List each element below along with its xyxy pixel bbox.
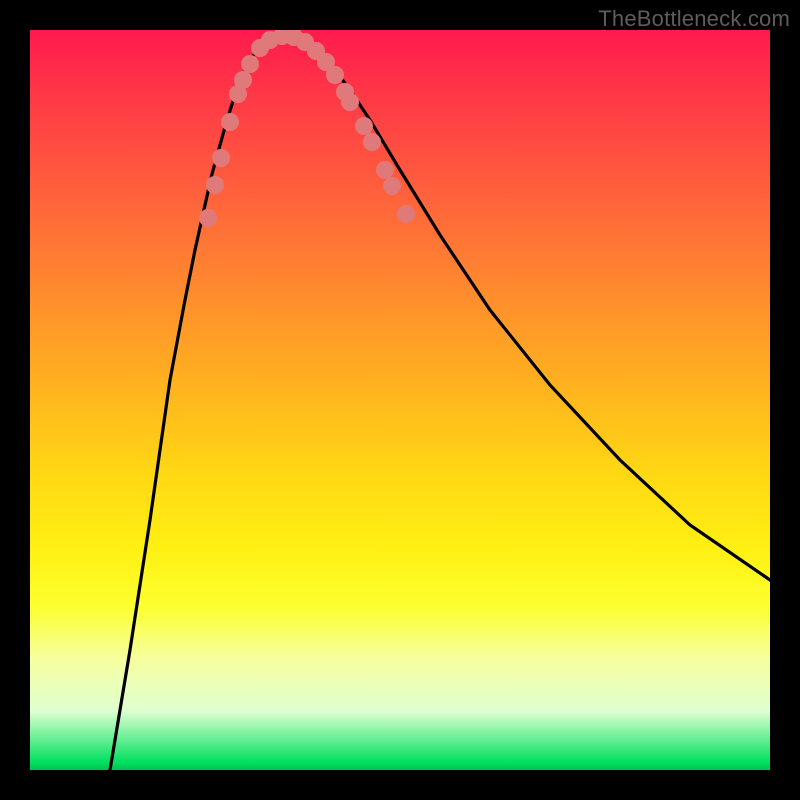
highlight-dot xyxy=(363,133,381,151)
watermark-text: TheBottleneck.com xyxy=(598,6,790,32)
highlight-dot xyxy=(383,177,401,195)
curve-plot xyxy=(30,30,770,770)
highlight-dot xyxy=(397,205,415,223)
highlight-dot xyxy=(234,71,252,89)
highlight-dot xyxy=(376,161,394,179)
highlight-dot xyxy=(241,55,259,73)
highlight-dot xyxy=(199,209,217,227)
highlight-dot xyxy=(212,149,230,167)
marker-group xyxy=(199,30,415,227)
highlight-dot xyxy=(221,113,239,131)
highlight-dot xyxy=(206,176,224,194)
curve-group xyxy=(110,35,770,770)
highlight-dot xyxy=(326,66,344,84)
bottleneck-curve xyxy=(110,35,770,770)
highlight-dot xyxy=(355,117,373,135)
highlight-dot xyxy=(341,93,359,111)
